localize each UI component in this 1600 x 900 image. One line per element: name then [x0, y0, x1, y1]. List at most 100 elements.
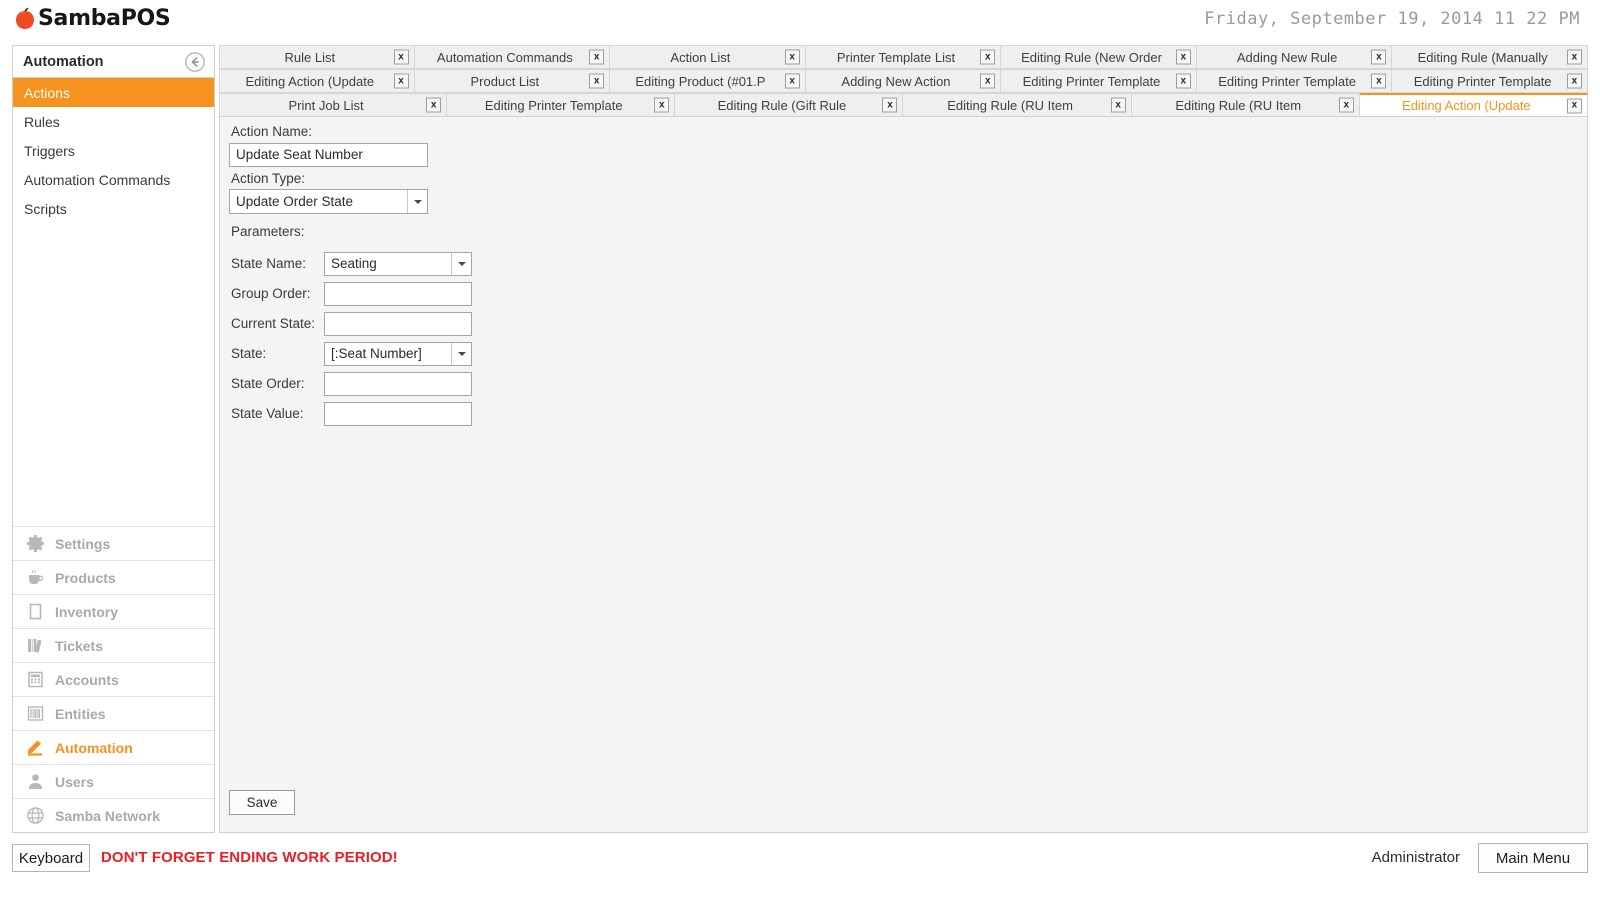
tab-label: Editing Printer Template [1413, 73, 1552, 89]
action-name-input[interactable]: Update Seat Number [229, 143, 428, 167]
menu-item-label: Samba Network [55, 807, 161, 824]
tab-item[interactable]: Rule List x [219, 45, 415, 69]
tab-item[interactable]: Editing Printer Template x [1001, 69, 1197, 93]
parameter-select[interactable]: Seating [324, 251, 472, 276]
close-icon[interactable]: x [784, 73, 800, 89]
close-icon[interactable]: x [654, 97, 670, 113]
close-icon[interactable]: x [1175, 73, 1191, 89]
tab-item[interactable]: Product List x [414, 69, 611, 93]
current-user-label: Administrator [1371, 849, 1460, 866]
close-icon[interactable]: x [784, 49, 800, 65]
tab-item[interactable]: Printer Template List x [805, 45, 1002, 69]
close-icon[interactable]: x [589, 49, 605, 65]
close-icon[interactable]: x [1566, 73, 1582, 89]
tab-item[interactable]: Editing Rule (RU Item x [903, 93, 1132, 117]
close-icon[interactable]: x [882, 97, 898, 113]
sidebar-item-label: Rules [24, 113, 60, 130]
sidebar-item-automation-commands[interactable]: Automation Commands [13, 165, 214, 194]
chevron-down-icon[interactable] [451, 342, 471, 365]
parameter-input[interactable] [324, 311, 472, 336]
work-period-warning: DON'T FORGET ENDING WORK PERIOD! [101, 849, 398, 866]
tab-label: Editing Action (Update [1402, 98, 1531, 113]
tab-item[interactable]: Adding New Action x [805, 69, 1002, 93]
menu-item-accounts[interactable]: Accounts [13, 662, 214, 696]
tab-item[interactable]: Adding New Rule x [1196, 45, 1393, 69]
parameter-row: State: [:Seat Number] [231, 339, 472, 368]
sidebar-item-actions[interactable]: Actions [13, 78, 214, 107]
menu-item-label: Entities [55, 705, 106, 722]
parameter-input[interactable] [324, 281, 472, 306]
close-icon[interactable]: x [980, 49, 996, 65]
tab-row: Print Job List x Editing Printer Template x… [219, 93, 1588, 117]
close-icon[interactable]: x [1371, 73, 1387, 89]
close-icon[interactable]: x [1338, 97, 1354, 113]
sidebar-item-label: Triggers [24, 142, 75, 159]
parameter-select[interactable]: [:Seat Number] [324, 341, 472, 366]
tab-item[interactable]: Editing Product (#01.P x [610, 69, 806, 93]
parameter-label: State Name: [231, 256, 307, 271]
tab-item[interactable]: Editing Printer Template x [1196, 69, 1393, 93]
main-panel: Rule List x Automation Commands x Action Lis… [219, 45, 1588, 833]
tab-item[interactable]: Editing Action (Update x [1359, 93, 1588, 117]
parameter-input[interactable] [324, 371, 472, 396]
chevron-down-icon[interactable] [407, 190, 427, 213]
arrow-left-circle-icon[interactable] [184, 51, 206, 73]
books-icon [25, 636, 45, 656]
menu-item-entities[interactable]: Entities [13, 696, 214, 730]
tab-label: Action List [670, 49, 731, 65]
close-icon[interactable]: x [1110, 97, 1126, 113]
menu-item-products[interactable]: Products [13, 560, 214, 594]
close-icon[interactable]: x [1175, 49, 1191, 65]
tab-item[interactable]: Editing Printer Template x [1392, 69, 1588, 93]
sidebar-item-scripts[interactable]: Scripts [13, 194, 214, 223]
action-type-value: Update Order State [236, 194, 354, 209]
cup-icon [25, 568, 45, 588]
tab-item[interactable]: Print Job List x [219, 93, 448, 117]
sidebar-item-triggers[interactable]: Triggers [13, 136, 214, 165]
close-icon[interactable]: x [393, 49, 409, 65]
action-type-select[interactable]: Update Order State [229, 189, 428, 214]
tab-item[interactable]: Automation Commands x [414, 45, 611, 69]
main-menu-button[interactable]: Main Menu [1478, 843, 1588, 873]
tab-item[interactable]: Editing Action (Update x [219, 69, 415, 93]
menu-item-label: Users [55, 773, 94, 790]
status-bar: Keyboard DON'T FORGET ENDING WORK PERIOD… [0, 838, 1600, 900]
gear-icon [25, 534, 45, 554]
person-icon [25, 772, 45, 792]
tab-item[interactable]: Editing Rule (New Order x [1001, 45, 1197, 69]
tab-label: Printer Template List [836, 49, 956, 65]
tab-item[interactable]: Action List x [610, 45, 806, 69]
menu-item-users[interactable]: Users [13, 764, 214, 798]
close-icon[interactable]: x [426, 97, 442, 113]
tab-item[interactable]: Editing Printer Template x [447, 93, 676, 117]
close-icon[interactable]: x [393, 73, 409, 89]
globe-icon [25, 806, 45, 826]
menu-item-automation[interactable]: Automation [13, 730, 214, 764]
chevron-down-icon[interactable] [451, 252, 471, 275]
tab-label: Print Job List [288, 97, 364, 113]
close-icon[interactable]: x [1371, 49, 1387, 65]
tab-label: Product List [470, 73, 540, 89]
close-icon[interactable]: x [589, 73, 605, 89]
sidebar-nav-list: Actions Rules Triggers Automation Commands S… [13, 78, 214, 223]
tab-item[interactable]: Editing Rule (RU Item x [1131, 93, 1360, 117]
keyboard-button[interactable]: Keyboard [12, 844, 90, 872]
close-icon[interactable]: x [1566, 49, 1582, 65]
menu-item-tickets[interactable]: Tickets [13, 628, 214, 662]
menu-item-samba-network[interactable]: Samba Network [13, 798, 214, 832]
menu-item-inventory[interactable]: Inventory [13, 594, 214, 628]
parameter-row: State Order: [231, 369, 472, 398]
tab-label: Adding New Action [841, 73, 951, 89]
close-icon[interactable]: x [1566, 98, 1582, 113]
save-button[interactable]: Save [229, 790, 295, 815]
parameter-input[interactable] [324, 401, 472, 426]
tab-label: Editing Rule (Manually [1417, 49, 1548, 65]
sidebar-item-rules[interactable]: Rules [13, 107, 214, 136]
menu-item-settings[interactable]: Settings [13, 526, 214, 560]
close-icon[interactable]: x [980, 73, 996, 89]
tab-label: Editing Rule (New Order [1021, 49, 1162, 65]
tab-item[interactable]: Editing Rule (Gift Rule x [675, 93, 904, 117]
parameter-row: State Name: Seating [231, 249, 472, 278]
parameter-row: Current State: [231, 309, 472, 338]
tab-item[interactable]: Editing Rule (Manually x [1392, 45, 1588, 69]
